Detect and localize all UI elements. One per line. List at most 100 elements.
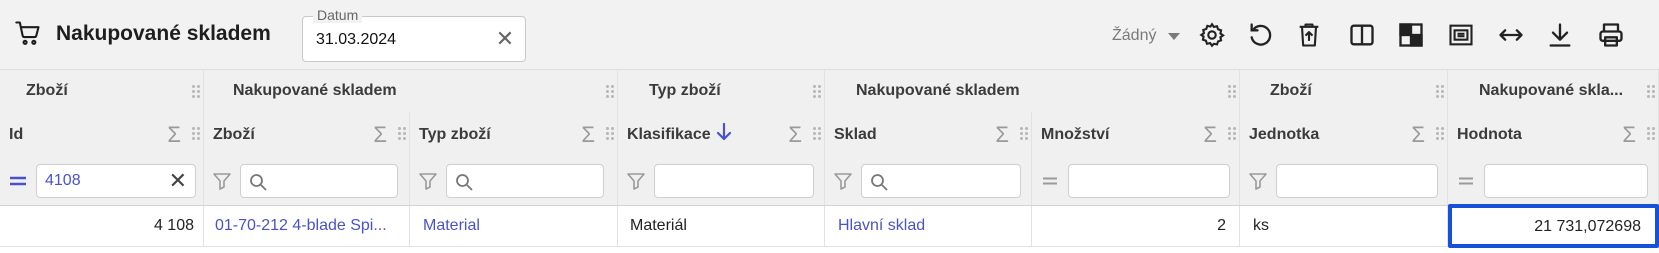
group-header[interactable]: Typ zboží <box>618 70 825 112</box>
page-title: Nakupované skladem <box>56 22 271 45</box>
column-header-value[interactable]: Hodnota Σ <box>1448 112 1659 157</box>
cell-id[interactable]: 4 108 <box>0 206 204 246</box>
cell-value-selected[interactable]: 21 731,072698 <box>1448 204 1659 248</box>
table-row[interactable]: 4 108 01-70-212 4-blade Spi... Material … <box>0 204 1659 248</box>
print-icon[interactable] <box>1597 21 1625 49</box>
column-header-quantity[interactable]: Množství Σ <box>1032 112 1240 157</box>
sum-icon[interactable]: Σ <box>1622 112 1636 157</box>
filter-cell-warehouse <box>825 157 1032 205</box>
equals-icon[interactable] <box>8 171 28 191</box>
drag-handle-icon[interactable] <box>1646 126 1656 142</box>
column-header-classification[interactable]: Klasifikace Σ <box>618 112 825 157</box>
sum-icon[interactable]: Σ <box>167 112 181 157</box>
group-header[interactable]: Nakupované skladem <box>204 70 618 112</box>
close-icon[interactable]: ✕ <box>169 168 187 194</box>
drag-handle-icon[interactable] <box>1435 84 1445 100</box>
filter-input-classification[interactable] <box>654 164 814 198</box>
sum-icon[interactable]: Σ <box>1203 112 1217 157</box>
filter-cell-unit <box>1240 157 1448 205</box>
filter-input-quantity[interactable] <box>1068 164 1230 198</box>
column-header-id[interactable]: Id Σ <box>0 112 204 157</box>
cell-classification[interactable]: Materiál <box>618 206 825 246</box>
drag-handle-icon[interactable] <box>191 84 201 100</box>
drag-handle-icon[interactable] <box>605 126 615 142</box>
sum-icon[interactable]: Σ <box>1411 112 1425 157</box>
filter-cell-classification <box>618 157 825 205</box>
group-header-label: Zboží <box>26 82 68 99</box>
filter-icon[interactable] <box>626 171 646 191</box>
filter-cell-type <box>410 157 618 205</box>
equals-icon[interactable] <box>1040 171 1060 191</box>
group-header[interactable]: Zboží <box>1240 70 1448 112</box>
group-header-label: Nakupované skla... <box>1479 82 1624 99</box>
close-icon[interactable]: ✕ <box>495 28 515 50</box>
filter-cell-quantity <box>1032 157 1240 205</box>
equals-icon[interactable] <box>1456 171 1476 191</box>
column-header-item[interactable]: Zboží Σ <box>204 112 410 157</box>
drag-handle-icon[interactable] <box>605 84 615 100</box>
sum-icon[interactable]: Σ <box>788 112 802 157</box>
drag-handle-icon[interactable] <box>812 84 822 100</box>
drag-handle-icon[interactable] <box>1646 84 1656 100</box>
filter-value: 4108 <box>45 172 81 189</box>
filter-cell-item <box>204 157 410 205</box>
cell-type-link[interactable]: Material <box>410 206 618 246</box>
delete-icon[interactable] <box>1295 21 1323 49</box>
download-icon[interactable] <box>1546 21 1574 49</box>
width-icon[interactable] <box>1497 21 1525 49</box>
date-value[interactable]: 31.03.2024 <box>316 31 396 49</box>
filter-icon[interactable] <box>418 171 438 191</box>
date-label: Datum <box>313 7 363 23</box>
drag-handle-icon[interactable] <box>1227 84 1237 100</box>
group-header-label: Nakupované skladem <box>233 82 397 99</box>
filter-input-id[interactable]: 4108 ✕ <box>36 164 196 198</box>
group-header[interactable]: Nakupované skla... <box>1448 70 1659 112</box>
group-header-label: Nakupované skladem <box>856 82 1020 99</box>
filter-icon[interactable] <box>212 171 232 191</box>
column-header-label: Typ zboží <box>419 126 491 143</box>
filter-row: 4108 ✕ <box>0 157 1659 206</box>
cell-quantity[interactable]: 2 <box>1032 206 1240 246</box>
drag-handle-icon[interactable] <box>1435 126 1445 142</box>
search-icon <box>455 173 473 191</box>
cell-unit[interactable]: ks <box>1240 206 1448 246</box>
pivot-icon[interactable] <box>1397 21 1425 49</box>
column-header-label: Hodnota <box>1457 126 1522 143</box>
column-header-unit[interactable]: Jednotka Σ <box>1240 112 1448 157</box>
search-icon <box>870 173 888 191</box>
filter-icon[interactable] <box>833 171 853 191</box>
column-header-label: Id <box>9 126 24 143</box>
filter-input-warehouse[interactable] <box>861 164 1021 198</box>
group-header[interactable]: Nakupované skladem <box>825 70 1240 112</box>
group-header-row: Zboží Nakupované skladem Typ zboží Nakup… <box>0 70 1659 113</box>
drag-handle-icon[interactable] <box>191 126 201 142</box>
chevron-down-icon[interactable] <box>1168 33 1180 40</box>
gear-icon[interactable] <box>1198 21 1226 49</box>
column-header-warehouse[interactable]: Sklad Σ <box>825 112 1032 157</box>
sort-descending-icon[interactable] <box>715 115 733 157</box>
sum-icon[interactable]: Σ <box>995 112 1009 157</box>
filter-icon[interactable] <box>1248 171 1268 191</box>
cell-item-link[interactable]: 01-70-212 4-blade Spi... <box>204 206 410 246</box>
filter-input-unit[interactable] <box>1276 164 1438 198</box>
columns-icon[interactable] <box>1348 21 1376 49</box>
column-header-label: Množství <box>1041 126 1110 143</box>
fit-icon[interactable] <box>1447 21 1475 49</box>
drag-handle-icon[interactable] <box>1227 126 1237 142</box>
date-field[interactable]: Datum 31.03.2024 ✕ <box>302 7 526 62</box>
grouping-select[interactable]: Žádný <box>1112 27 1156 45</box>
sum-icon[interactable]: Σ <box>581 112 595 157</box>
reset-icon[interactable] <box>1247 21 1275 49</box>
cell-warehouse-link[interactable]: Hlavní sklad <box>825 206 1032 246</box>
filter-input-type[interactable] <box>446 164 604 198</box>
drag-handle-icon[interactable] <box>812 126 822 142</box>
filter-input-item[interactable] <box>240 164 398 198</box>
group-header[interactable]: Zboží <box>0 70 204 112</box>
group-header-label: Typ zboží <box>649 82 721 99</box>
column-header-label: Zboží <box>213 126 255 143</box>
column-header-type[interactable]: Typ zboží Σ <box>410 112 618 157</box>
drag-handle-icon[interactable] <box>397 126 407 142</box>
sum-icon[interactable]: Σ <box>373 112 387 157</box>
drag-handle-icon[interactable] <box>1019 126 1029 142</box>
filter-input-value[interactable] <box>1484 164 1648 198</box>
